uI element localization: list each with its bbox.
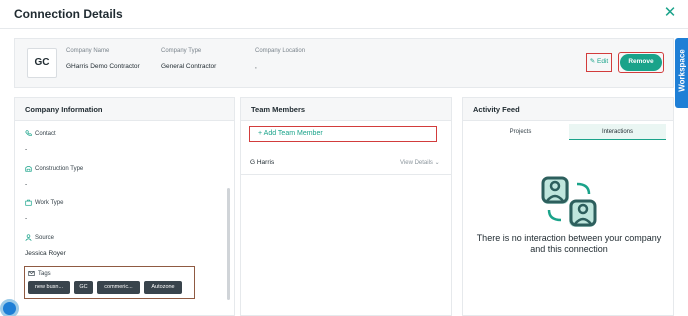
tag-icon bbox=[28, 271, 35, 276]
edit-button-label: Edit bbox=[597, 58, 609, 65]
add-team-member-button[interactable]: + Add Team Member bbox=[249, 126, 437, 142]
close-icon[interactable]: ✕ bbox=[662, 5, 678, 21]
company-information-title: Company Information bbox=[15, 98, 234, 121]
activity-feed-title: Activity Feed bbox=[463, 98, 673, 121]
contact-item: Contact - bbox=[25, 130, 56, 153]
remove-button-label: Remove bbox=[620, 54, 662, 71]
company-location-field: Company Location , bbox=[255, 48, 305, 70]
contact-label: Contact bbox=[35, 130, 56, 137]
workspace-tab-label: Workspace bbox=[677, 49, 687, 92]
chat-bubble-icon[interactable] bbox=[0, 299, 19, 316]
source-item: Source Jessica Royer bbox=[25, 234, 66, 257]
construction-type-item: Construction Type - bbox=[25, 165, 84, 189]
remove-button[interactable]: Remove bbox=[618, 52, 664, 73]
team-member-name: G Harris bbox=[250, 159, 275, 166]
contact-value: - bbox=[25, 146, 28, 153]
person-icon bbox=[25, 234, 32, 241]
source-value: Jessica Royer bbox=[25, 250, 66, 257]
dialog-header: Connection Details ✕ bbox=[0, 0, 688, 29]
edit-button[interactable]: ✎ Edit bbox=[586, 53, 612, 72]
add-team-member-label: Add Team Member bbox=[263, 130, 323, 137]
interaction-empty-icon bbox=[541, 176, 597, 227]
briefcase-icon bbox=[25, 199, 32, 206]
empty-state-message: There is no interaction between your com… bbox=[476, 233, 662, 254]
company-type-value: General Contractor bbox=[161, 63, 217, 70]
tag-chip[interactable]: GC bbox=[74, 281, 93, 294]
company-summary-card: GC Company Name GHarris Demo Contractor … bbox=[14, 38, 674, 88]
workspace-tab[interactable]: Workspace bbox=[675, 38, 688, 108]
activity-tabs: Projects Interactions bbox=[472, 124, 666, 140]
company-location-value: , bbox=[255, 63, 257, 70]
team-members-title: Team Members bbox=[241, 98, 451, 121]
company-type-label: Company Type bbox=[161, 48, 202, 54]
company-type-field: Company Type General Contractor bbox=[161, 48, 216, 70]
construction-type-label: Construction Type bbox=[35, 165, 84, 172]
tags-label: Tags bbox=[38, 270, 51, 277]
tab-interactions[interactable]: Interactions bbox=[569, 124, 666, 140]
panel-scrollbar[interactable] bbox=[227, 188, 230, 300]
construction-type-value: - bbox=[25, 181, 28, 188]
work-type-label: Work Type bbox=[35, 199, 64, 206]
view-details-label: View Details bbox=[400, 160, 433, 166]
activity-feed-panel: Activity Feed Projects Interactions Ther… bbox=[462, 97, 674, 316]
view-details-link[interactable]: View Details ⌄ bbox=[400, 159, 440, 166]
tag-chip[interactable]: Autozone bbox=[144, 281, 182, 294]
company-name-field: Company Name GHarris Demo Contractor bbox=[66, 48, 140, 70]
company-location-label: Company Location bbox=[255, 48, 306, 54]
tag-chip[interactable]: commeric... bbox=[97, 281, 140, 294]
company-name-value: GHarris Demo Contractor bbox=[66, 63, 140, 70]
work-type-value: - bbox=[25, 215, 28, 222]
plus-icon: + bbox=[258, 130, 263, 137]
team-member-row[interactable]: G Harris View Details ⌄ bbox=[241, 153, 451, 175]
dialog-title: Connection Details bbox=[14, 7, 123, 21]
chevron-down-icon: ⌄ bbox=[434, 160, 440, 166]
work-type-item: Work Type - bbox=[25, 199, 64, 223]
company-logo: GC bbox=[27, 48, 57, 78]
company-name-label: Company Name bbox=[66, 48, 110, 54]
tags-section: Tags new busn... GC commeric... Autozone bbox=[24, 266, 195, 299]
team-members-panel: Team Members + Add Team Member G Harris … bbox=[240, 97, 452, 316]
company-information-panel: Company Information Contact - Constructi… bbox=[14, 97, 235, 316]
phone-icon bbox=[25, 130, 32, 137]
source-label: Source bbox=[35, 234, 55, 241]
building-icon bbox=[25, 166, 32, 172]
pencil-icon: ✎ bbox=[589, 58, 596, 65]
tag-chip[interactable]: new busn... bbox=[28, 281, 70, 294]
tab-projects[interactable]: Projects bbox=[472, 124, 569, 140]
